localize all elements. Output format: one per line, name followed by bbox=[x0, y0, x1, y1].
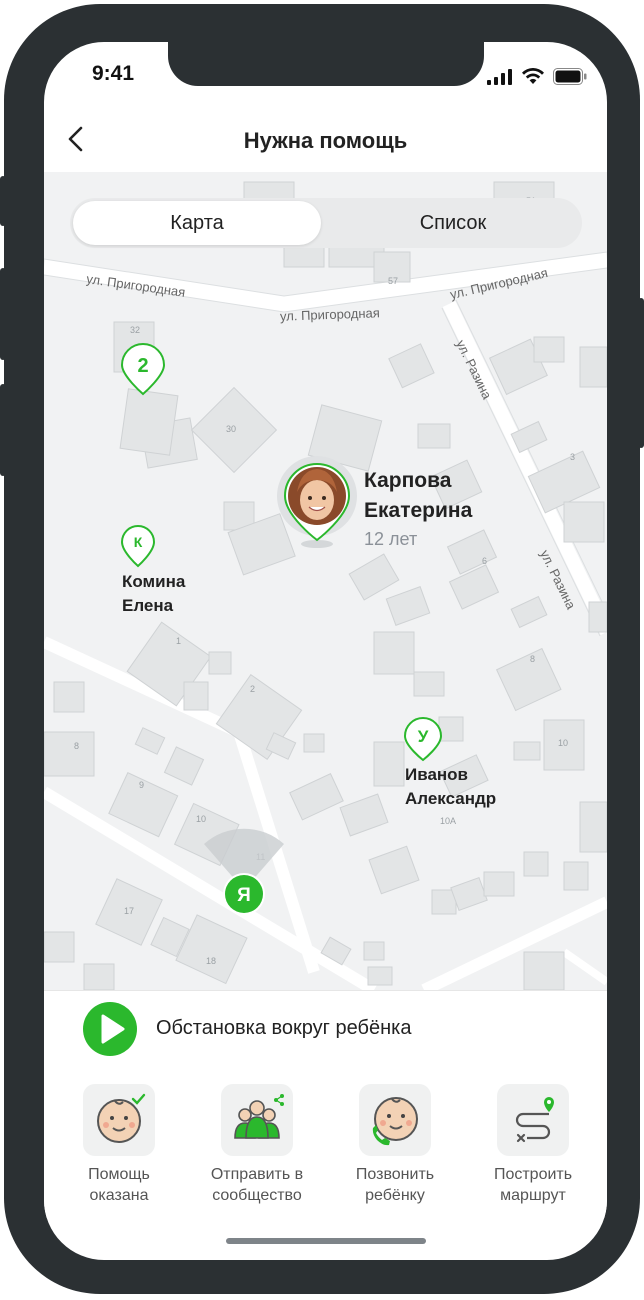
action-label-line: оказана bbox=[89, 1187, 149, 1204]
send-to-community-button[interactable]: Отправить в сообщество bbox=[192, 1084, 322, 1206]
status-time: 9:41 bbox=[92, 62, 135, 85]
helper-name-line: Александр bbox=[405, 789, 497, 808]
action-tile bbox=[497, 1084, 569, 1156]
action-label-line: Помощь bbox=[88, 1166, 150, 1183]
community-share-icon bbox=[234, 1094, 284, 1139]
helper-marker-u[interactable]: У bbox=[403, 716, 443, 762]
build-route-button[interactable]: Построить маршрут bbox=[468, 1084, 598, 1206]
battery-icon bbox=[553, 68, 587, 85]
svg-text:6: 6 bbox=[482, 556, 487, 566]
status-icons bbox=[487, 68, 587, 85]
view-switcher: Карта Список bbox=[70, 198, 582, 248]
action-label-line: маршрут bbox=[500, 1187, 566, 1204]
child-age: 12 лет bbox=[364, 529, 418, 549]
svg-text:10: 10 bbox=[196, 814, 206, 824]
my-location-marker[interactable]: Я bbox=[222, 872, 266, 916]
tab-map[interactable]: Карта bbox=[73, 201, 321, 245]
home-indicator[interactable] bbox=[226, 1238, 426, 1244]
child-name-line: Екатерина bbox=[364, 499, 473, 522]
action-tile bbox=[359, 1084, 431, 1156]
tab-list[interactable]: Список bbox=[328, 201, 578, 245]
my-location-label: Я bbox=[237, 885, 251, 906]
svg-text:8: 8 bbox=[74, 741, 79, 751]
svg-text:9: 9 bbox=[139, 780, 144, 790]
page-title: Нужна помощь bbox=[243, 128, 408, 153]
help-provided-button[interactable]: Помощь оказана bbox=[54, 1084, 184, 1206]
call-child-button[interactable]: Позвонить ребёнку bbox=[330, 1084, 460, 1206]
helper-initial: К bbox=[134, 534, 143, 550]
svg-text:32: 32 bbox=[130, 325, 140, 335]
play-icon bbox=[101, 1014, 125, 1044]
child-face bbox=[300, 480, 334, 520]
play-button[interactable] bbox=[83, 1002, 137, 1056]
audio-surroundings-row[interactable]: Обстановка вокруг ребёнка bbox=[44, 990, 607, 1069]
svg-text:18: 18 bbox=[206, 956, 216, 966]
signal-icon bbox=[487, 68, 512, 85]
action-tile bbox=[83, 1084, 155, 1156]
svg-text:1: 1 bbox=[176, 636, 181, 646]
map-view[interactable]: 32 30 61 55 57 51 50 3 6 8 10 1 2 8 9 10 bbox=[44, 172, 607, 990]
action-label: Позвонить ребёнку bbox=[330, 1164, 460, 1206]
cluster-marker[interactable]: 2 bbox=[120, 342, 166, 396]
action-tile bbox=[221, 1084, 293, 1156]
wifi-icon bbox=[522, 68, 544, 84]
child-marker[interactable] bbox=[275, 454, 359, 550]
child-name: Карпова Екатерина bbox=[364, 466, 472, 526]
svg-text:2: 2 bbox=[250, 684, 255, 694]
helper-name-line: Комина bbox=[122, 572, 186, 591]
screen: 9:41 Нужна помощь 32 30 57 3 6 8 10 1 2 … bbox=[44, 42, 607, 1260]
route-icon bbox=[515, 1097, 554, 1143]
action-label-line: Построить bbox=[493, 1166, 573, 1183]
phone-frame: 9:41 Нужна помощь 32 30 57 3 6 8 10 1 2 … bbox=[4, 4, 640, 1294]
action-label-line: Отправить в bbox=[210, 1166, 304, 1183]
helper-name-k: Комина Елена bbox=[122, 570, 185, 618]
helper-name-line: Елена bbox=[122, 596, 174, 615]
helper-marker-k[interactable]: К bbox=[120, 524, 156, 568]
action-label-line: сообщество bbox=[212, 1187, 302, 1204]
child-name-line: Карпова bbox=[364, 469, 452, 492]
baby-phone-icon bbox=[372, 1097, 418, 1146]
svg-text:57: 57 bbox=[388, 276, 398, 286]
helper-initial: У bbox=[418, 727, 429, 746]
svg-text:10A: 10A bbox=[440, 816, 456, 826]
notch bbox=[168, 42, 484, 86]
svg-text:17: 17 bbox=[124, 906, 134, 916]
svg-text:3: 3 bbox=[570, 452, 575, 462]
svg-text:10: 10 bbox=[558, 738, 568, 748]
action-label-line: Позвонить bbox=[355, 1166, 435, 1183]
helper-name-u: Иванов Александр bbox=[405, 763, 496, 811]
audio-label: Обстановка вокруг ребёнка bbox=[156, 1017, 412, 1039]
svg-text:30: 30 bbox=[226, 424, 236, 434]
action-label: Отправить в сообщество bbox=[192, 1164, 322, 1206]
baby-check-icon bbox=[97, 1093, 146, 1143]
action-label: Помощь оказана bbox=[54, 1164, 184, 1206]
helper-name-line: Иванов bbox=[405, 765, 469, 784]
action-label-line: ребёнку bbox=[365, 1187, 425, 1204]
action-bar: Помощь оказана Отправить в сообщество По… bbox=[44, 1068, 607, 1218]
svg-text:8: 8 bbox=[530, 654, 535, 664]
action-label: Построить маршрут bbox=[468, 1164, 598, 1206]
cluster-count: 2 bbox=[137, 355, 148, 377]
header: Нужна помощь bbox=[44, 104, 607, 173]
